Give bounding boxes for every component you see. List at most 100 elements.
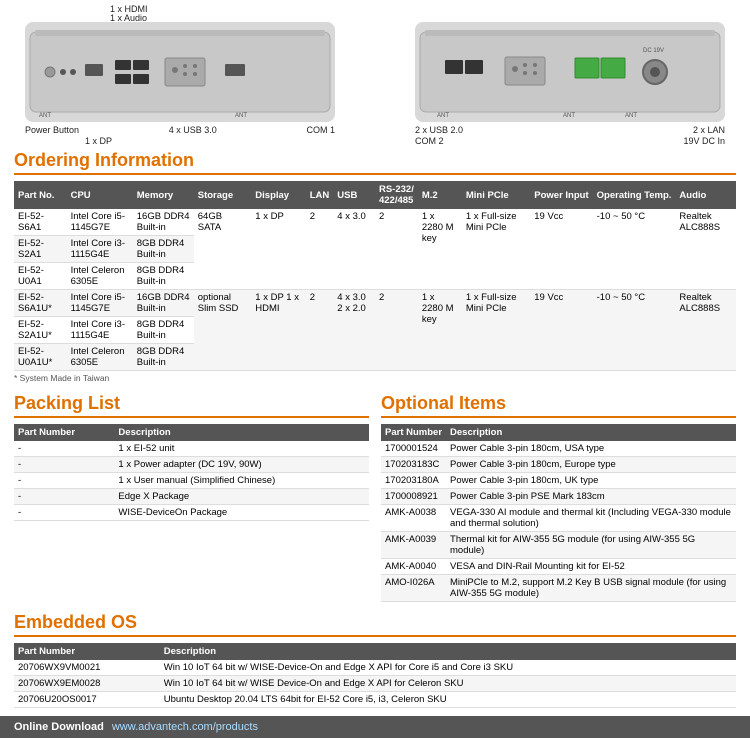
ordering-table: Part No. CPU Memory Storage Display LAN … xyxy=(14,181,736,371)
table-row: EI-52-U0A1U* xyxy=(14,344,67,371)
table-row: Intel Core i3-1115G4E xyxy=(67,236,133,263)
table-row: Intel Celeron 6305E xyxy=(67,263,133,290)
table-row: 20706U20OS0017 xyxy=(14,692,160,708)
table-row: 8GB DDR4 Built-in xyxy=(133,317,194,344)
table-row: 16GB DDR4 Built-in xyxy=(133,290,194,317)
left-device-image: ANT ANT xyxy=(25,22,335,122)
online-download-label: Online Download xyxy=(14,721,104,733)
pack-col-part: Part Number xyxy=(14,424,114,441)
ordering-footnote: * System Made in Taiwan xyxy=(14,373,736,383)
packing-title: Packing List xyxy=(14,393,369,418)
table-row: Win 10 IoT 64 bit w/ WISE Device-On and … xyxy=(160,676,736,692)
table-row: 1 x User manual (Simplified Chinese) xyxy=(114,473,369,489)
table-row: 8GB DDR4 Built-in xyxy=(133,236,194,263)
table-row: - xyxy=(14,473,114,489)
svg-text:ANT: ANT xyxy=(625,113,637,119)
table-row: AMK-A0040 xyxy=(381,559,446,575)
table-row: - xyxy=(14,505,114,521)
col-minipcie: Mini PCle xyxy=(462,181,530,209)
packing-section: Packing List Part Number Description -1 … xyxy=(14,393,369,602)
table-row: 20706WX9EM0028 xyxy=(14,676,160,692)
label-lan: 2 x LAN xyxy=(693,125,725,135)
table-row: AMO-I026A xyxy=(381,575,446,602)
right-device-image: DC 19V ANT ANT ANT xyxy=(415,22,725,122)
col-power: Power Input xyxy=(530,181,592,209)
packing-table: Part Number Description -1 x EI-52 unit-… xyxy=(14,424,369,521)
two-col-section: Packing List Part Number Description -1 … xyxy=(0,389,750,608)
col-memory: Memory xyxy=(133,181,194,209)
online-download-url[interactable]: www.advantech.com/products xyxy=(112,721,258,733)
table-row: Edge X Package xyxy=(114,489,369,505)
os-col-part: Part Number xyxy=(14,643,160,660)
svg-text:ANT: ANT xyxy=(563,113,575,119)
table-row: AMK-A0038 xyxy=(381,505,446,532)
table-row: Intel Core i5-1145G7E xyxy=(67,209,133,236)
col-temp: Operating Temp. xyxy=(593,181,676,209)
table-row: 1 x Power adapter (DC 19V, 90W) xyxy=(114,457,369,473)
label-usb30: 4 x USB 3.0 xyxy=(169,125,217,135)
table-row: EI-52-S6A1U* xyxy=(14,290,67,317)
table-row: 20706WX9VM0021 xyxy=(14,660,160,676)
col-display: Display xyxy=(251,181,305,209)
label-19v: 19V DC In xyxy=(683,136,725,146)
col-part-no: Part No. xyxy=(14,181,67,209)
annotation-audio: 1 x Audio xyxy=(110,13,147,23)
table-row: Intel Core i3-1115G4E xyxy=(67,317,133,344)
table-row: 8GB DDR4 Built-in xyxy=(133,344,194,371)
table-row: Intel Core i5-1145G7E xyxy=(67,290,133,317)
label-com2: COM 2 xyxy=(415,136,444,146)
table-row: MiniPCle to M.2, support M.2 Key B USB s… xyxy=(446,575,736,602)
svg-text:ANT: ANT xyxy=(39,113,51,119)
svg-text:ANT: ANT xyxy=(235,113,247,119)
table-row: EI-52-S2A1U* xyxy=(14,317,67,344)
os-col-desc: Description xyxy=(160,643,736,660)
label-dp: 1 x DP xyxy=(85,136,112,146)
label-power-button: Power Button xyxy=(25,125,79,135)
col-storage: Storage xyxy=(194,181,252,209)
table-row: VEGA-330 AI module and thermal kit (Incl… xyxy=(446,505,736,532)
table-row: AMK-A0039 xyxy=(381,532,446,559)
col-audio: Audio xyxy=(675,181,736,209)
table-row: 1 x EI-52 unit xyxy=(114,441,369,457)
ordering-title: Ordering Information xyxy=(14,150,736,175)
online-download-bar: Online Download www.advantech.com/produc… xyxy=(0,716,750,738)
table-row: WISE-DeviceOn Package xyxy=(114,505,369,521)
label-com1: COM 1 xyxy=(306,125,335,135)
col-lan: LAN xyxy=(306,181,334,209)
table-row: EI-52-S2A1 xyxy=(14,236,67,263)
table-row: 16GB DDR4 Built-in xyxy=(133,209,194,236)
table-row: EI-52-S6A1 xyxy=(14,209,67,236)
table-row: Thermal kit for AIW-355 5G module (for u… xyxy=(446,532,736,559)
table-row: Power Cable 3-pin 180cm, USA type xyxy=(446,441,736,457)
label-usb20: 2 x USB 2.0 xyxy=(415,125,463,135)
optional-table: Part Number Description 1700001524Power … xyxy=(381,424,736,602)
table-row: Win 10 IoT 64 bit w/ WISE-Device-On and … xyxy=(160,660,736,676)
svg-text:DC 19V: DC 19V xyxy=(643,48,664,54)
table-row: Power Cable 3-pin PSE Mark 183cm xyxy=(446,489,736,505)
opt-col-part: Part Number xyxy=(381,424,446,441)
table-row: Intel Celeron 6305E xyxy=(67,344,133,371)
pack-col-desc: Description xyxy=(114,424,369,441)
embedded-os-title: Embedded OS xyxy=(14,612,736,637)
optional-title: Optional Items xyxy=(381,393,736,418)
col-rs232: RS-232/422/485 xyxy=(375,181,418,209)
table-row: - xyxy=(14,489,114,505)
table-row: 170203180A xyxy=(381,473,446,489)
embedded-os-section: Embedded OS Part Number Description 2070… xyxy=(0,608,750,712)
optional-section: Optional Items Part Number Description 1… xyxy=(381,393,736,602)
table-row: EI-52-U0A1 xyxy=(14,263,67,290)
table-row: Power Cable 3-pin 180cm, UK type xyxy=(446,473,736,489)
embedded-os-table: Part Number Description 20706WX9VM0021Wi… xyxy=(14,643,736,708)
col-m2: M.2 xyxy=(418,181,462,209)
table-row: - xyxy=(14,441,114,457)
col-cpu: CPU xyxy=(67,181,133,209)
svg-text:ANT: ANT xyxy=(437,113,449,119)
table-row: Ubuntu Desktop 20.04 LTS 64bit for EI-52… xyxy=(160,692,736,708)
col-usb: USB xyxy=(333,181,375,209)
table-row: VESA and DIN-Rail Mounting kit for EI-52 xyxy=(446,559,736,575)
table-row: 8GB DDR4 Built-in xyxy=(133,263,194,290)
table-row: 1700001524 xyxy=(381,441,446,457)
table-row: 1700008921 xyxy=(381,489,446,505)
ordering-section: Ordering Information Part No. CPU Memory… xyxy=(0,146,750,389)
opt-col-desc: Description xyxy=(446,424,736,441)
